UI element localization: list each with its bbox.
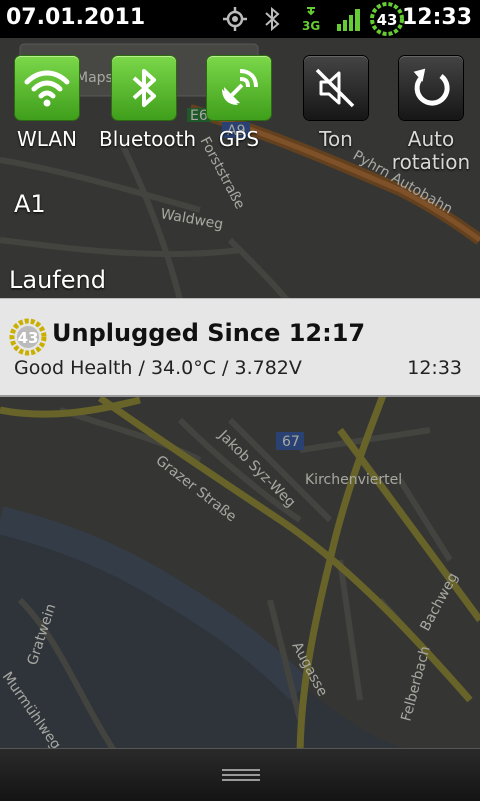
bluetooth-icon	[112, 56, 176, 120]
rotate-icon	[399, 56, 463, 120]
notification-title: Unplugged Since 12:17	[52, 319, 366, 347]
svg-text:43: 43	[18, 329, 39, 347]
shade-drag-handle[interactable]	[0, 748, 480, 801]
battery-notification[interactable]: 43 Unplugged Since 12:17 Good Health / 3…	[0, 298, 480, 397]
notification-text: Good Health / 34.0°C / 3.782V	[14, 357, 302, 379]
gps-status-icon	[222, 6, 248, 36]
status-date: 07.01.2011	[6, 5, 146, 30]
signal-strength-icon	[336, 6, 364, 36]
toggle-sound-label: Ton	[319, 127, 353, 151]
ongoing-header: Laufend	[9, 266, 106, 294]
grip-icon	[222, 769, 260, 784]
status-bar: 07.01.2011 3G 43 12:33	[0, 0, 480, 38]
wifi-icon	[15, 56, 79, 120]
notification-time: 12:33	[407, 357, 462, 379]
network-3g-icon: 3G	[298, 6, 324, 36]
carrier-label: A1	[14, 190, 46, 218]
toggle-wlan-label: WLAN	[16, 127, 78, 151]
battery-notification-icon: 43	[8, 317, 48, 361]
toggle-wlan[interactable]: WLAN	[2, 56, 92, 151]
toggle-bluetooth[interactable]: Bluetooth	[99, 56, 197, 151]
toggle-gps-label: GPS	[218, 127, 260, 151]
svg-text:3G: 3G	[302, 19, 320, 32]
toggle-sound[interactable]: Ton	[291, 56, 381, 151]
toggle-auto-rotation[interactable]: Auto rotation	[386, 56, 476, 174]
bluetooth-status-icon	[263, 6, 281, 36]
toggle-gps[interactable]: GPS	[194, 56, 284, 151]
toggle-bluetooth-label: Bluetooth	[99, 127, 197, 151]
status-time: 12:33	[401, 5, 472, 30]
toggle-auto-rotation-label: Auto rotation	[391, 127, 471, 174]
sound-muted-icon	[304, 56, 368, 120]
gps-icon	[207, 56, 271, 120]
svg-text:43: 43	[377, 11, 398, 29]
battery-circle-icon: 43	[368, 1, 406, 41]
